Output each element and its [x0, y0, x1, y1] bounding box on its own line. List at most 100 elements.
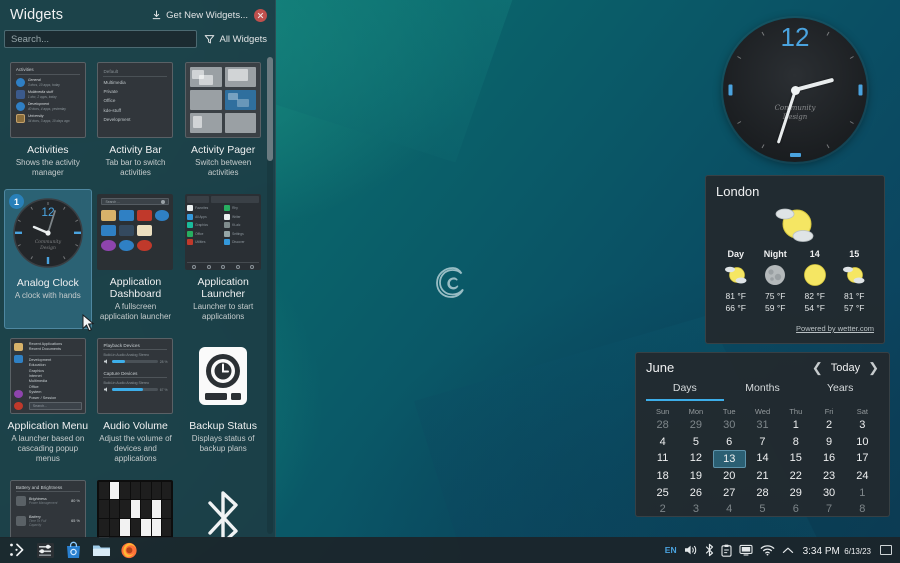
system-settings-icon[interactable]	[32, 538, 58, 562]
calendar-day[interactable]: 24	[846, 468, 879, 484]
calendar-day[interactable]: 28	[746, 485, 779, 501]
widget-tile-application-launcher[interactable]: Favorites All Apps Graphics Office Utili…	[179, 189, 267, 329]
widget-thumbnail	[185, 62, 262, 138]
discover-store-icon[interactable]	[60, 538, 86, 562]
calendar-day[interactable]: 14	[746, 450, 779, 468]
calendar-day[interactable]: 30	[713, 417, 746, 433]
calendar-today-button[interactable]: Today	[831, 362, 860, 374]
calendar-day[interactable]: 15	[779, 450, 812, 468]
calendar-day[interactable]: 4	[646, 433, 679, 449]
bluetooth-icon	[208, 491, 238, 538]
calendar-day[interactable]: 16	[812, 450, 845, 468]
chevron-left-icon[interactable]: ❮	[812, 361, 823, 374]
calendar-day[interactable]: 10	[846, 433, 879, 449]
calendar-day[interactable]: 6	[779, 501, 812, 517]
calendar-day[interactable]: 5	[679, 433, 712, 449]
close-button[interactable]	[254, 8, 267, 22]
clock-datetime[interactable]: 3:34 PM 6/13/23	[801, 541, 873, 559]
tab-months[interactable]: Months	[724, 382, 802, 401]
get-new-widgets-button[interactable]: Get New Widgets...	[151, 10, 248, 21]
scrollbar-thumb[interactable]	[267, 57, 273, 161]
widget-tile-analog-clock[interactable]: 1 12 Community Design Analog Clock A clo…	[4, 189, 92, 329]
calendar-day[interactable]: 1	[779, 417, 812, 433]
calendar-day[interactable]: 6	[713, 433, 746, 449]
calendar-day[interactable]: 12	[679, 450, 712, 468]
calendar-day-today[interactable]: 13	[712, 449, 746, 469]
weather-credit-link[interactable]: Powered by wetter.com	[796, 324, 874, 333]
widget-tile-activity-bar[interactable]: Default Multimedia Private Office kde-st…	[92, 57, 180, 185]
widgets-scrollbar[interactable]	[267, 57, 273, 534]
file-manager-icon[interactable]	[88, 538, 114, 562]
volume-icon[interactable]	[684, 544, 698, 556]
calendar-day[interactable]: 8	[779, 433, 812, 449]
chevron-up-icon[interactable]	[782, 546, 794, 555]
widget-name: Analog Clock	[16, 277, 79, 289]
search-input[interactable]	[4, 30, 198, 48]
calendar-day[interactable]: 11	[646, 450, 679, 468]
bluetooth-icon[interactable]	[705, 543, 714, 557]
widget-tile-audio-volume[interactable]: Playback Devices Build-in Audio Analog S…	[92, 333, 180, 471]
calendar-day[interactable]: 4	[713, 501, 746, 517]
calendar-day[interactable]: 7	[812, 501, 845, 517]
show-desktop-icon[interactable]	[880, 545, 892, 555]
calendar-day[interactable]: 27	[713, 485, 746, 501]
tab-years[interactable]: Years	[801, 382, 879, 401]
calendar-day[interactable]: 7	[746, 433, 779, 449]
calendar-day[interactable]: 19	[679, 468, 712, 484]
calendar-day[interactable]: 9	[812, 433, 845, 449]
calendar-day[interactable]: 3	[679, 501, 712, 517]
calendar-day[interactable]: 28	[646, 417, 679, 433]
widget-tile-application-menu[interactable]: Recent Applications Recent Documents Dev…	[4, 333, 92, 471]
display-icon[interactable]	[739, 544, 753, 556]
firefox-icon[interactable]	[116, 538, 142, 562]
calendar-day[interactable]: 29	[679, 417, 712, 433]
calendar-day[interactable]: 17	[846, 450, 879, 468]
calendar-day[interactable]: 20	[713, 468, 746, 484]
widget-thumbnail	[185, 480, 261, 538]
svg-text:Community: Community	[35, 239, 62, 245]
all-widgets-filter-label: All Widgets	[219, 33, 267, 45]
calendar-day[interactable]: 2	[812, 417, 845, 433]
thumb-item: Recent Documents	[28, 347, 62, 352]
thumb-item: Favorites	[195, 206, 209, 210]
calendar-day[interactable]: 5	[746, 501, 779, 517]
kde-menu-icon[interactable]	[4, 538, 30, 562]
widget-tile-backup-status[interactable]: Backup Status Displays status of backup …	[179, 333, 267, 471]
widget-tile-activity-pager[interactable]: Activity Pager Switch between activities	[179, 57, 267, 185]
widget-tile-bluetooth[interactable]: Bluetooth	[179, 475, 267, 538]
calendar-day[interactable]: 21	[746, 468, 779, 484]
calendar-day[interactable]: 30	[812, 485, 845, 501]
clipboard-icon[interactable]	[721, 544, 732, 557]
keyboard-language-indicator[interactable]: EN	[665, 545, 677, 555]
weather-low-temp: 54 °F	[804, 303, 825, 313]
calendar-day[interactable]: 25	[646, 485, 679, 501]
weather-column-label: Day	[727, 249, 744, 259]
calendar-day[interactable]: 8	[846, 501, 879, 517]
wifi-icon[interactable]	[760, 544, 775, 556]
widget-name: Audio Volume	[103, 420, 168, 432]
backup-icon	[199, 347, 248, 405]
weather-widget[interactable]: London Day 81 °F 66 °F Night 75 °F 59 °F…	[705, 175, 885, 344]
all-widgets-filter-button[interactable]: All Widgets	[204, 34, 269, 45]
chevron-right-icon[interactable]: ❯	[868, 361, 879, 374]
calendar-day[interactable]: 26	[679, 485, 712, 501]
calendar-month-label: June	[646, 360, 675, 375]
thumb-item-sub: Power Management	[28, 501, 58, 505]
calendar-day[interactable]: 31	[746, 417, 779, 433]
calendar-day[interactable]: 18	[646, 468, 679, 484]
calendar-day[interactable]: 23	[812, 468, 845, 484]
calendar-widget[interactable]: June ❮ Today ❯ Days Months Years Sun Mon…	[635, 352, 890, 517]
calendar-day[interactable]: 29	[779, 485, 812, 501]
widget-tile-binary-clock[interactable]: Binary Clock	[92, 475, 180, 538]
widget-tile-application-dashboard[interactable]: Search ... Application Dashboard A fulls…	[92, 189, 180, 329]
calendar-day[interactable]: 3	[846, 417, 879, 433]
widget-tile-activities[interactable]: Activities General 3 docs, 10 apps, today…	[4, 57, 92, 185]
calendar-day[interactable]: 22	[779, 468, 812, 484]
tab-days[interactable]: Days	[646, 382, 724, 401]
thumb-item: Settings	[232, 231, 244, 236]
calendar-day[interactable]: 2	[646, 501, 679, 517]
widget-tile-battery-brightness[interactable]: Battery and Brightness Brightness Power …	[4, 475, 92, 538]
thumb-item: Office	[195, 231, 204, 236]
analog-clock-widget[interactable]: 12 Community Design	[723, 18, 867, 162]
calendar-day[interactable]: 1	[846, 485, 879, 501]
